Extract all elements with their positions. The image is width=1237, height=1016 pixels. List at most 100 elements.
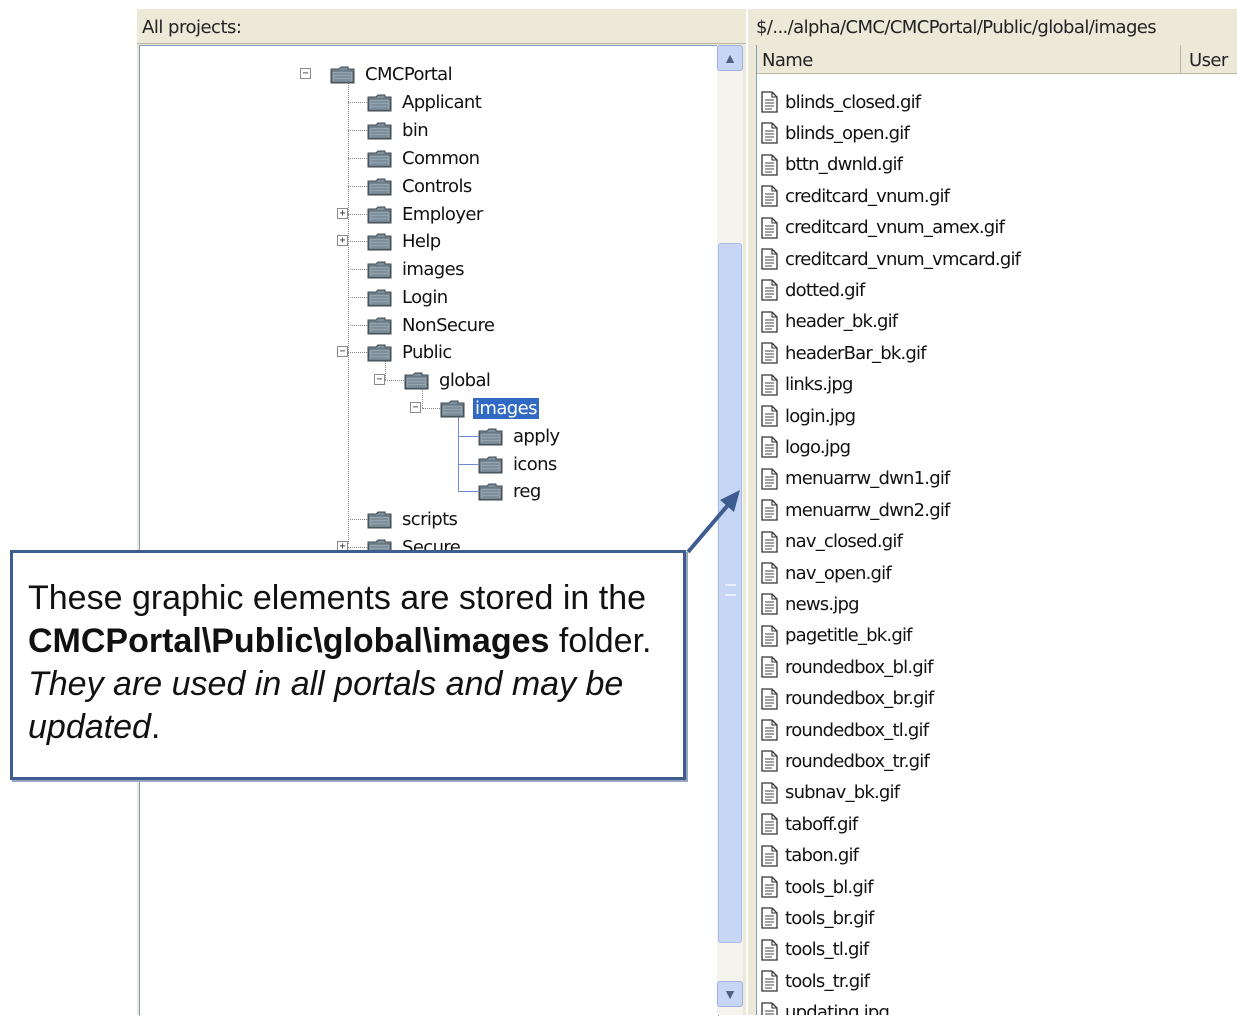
file-list-item[interactable]: roundedbox_bl.gif: [761, 652, 933, 682]
folder-icon: [367, 149, 392, 168]
tree-node-label: icons: [513, 453, 557, 475]
collapse-icon[interactable]: −: [410, 402, 421, 413]
collapse-icon[interactable]: −: [374, 374, 385, 385]
file-icon: [761, 311, 778, 333]
expand-icon[interactable]: +: [337, 235, 348, 246]
tree-node-scripts[interactable]: scripts: [367, 507, 459, 531]
folder-icon: [478, 427, 503, 446]
file-icon: [761, 656, 778, 678]
file-list-item[interactable]: subnav_bk.gif: [761, 778, 900, 808]
file-list-item[interactable]: tabon.gif: [761, 841, 859, 871]
tree-node-label: apply: [513, 425, 560, 447]
file-list-item[interactable]: tools_bl.gif: [761, 872, 874, 902]
tree-node-help[interactable]: Help: [367, 229, 443, 253]
tree-node-images[interactable]: images: [440, 396, 539, 420]
folder-icon: [440, 399, 465, 418]
file-name: nav_closed.gif: [785, 531, 903, 553]
file-icon: [761, 844, 778, 867]
file-list-item[interactable]: blinds_closed.gif: [761, 87, 921, 117]
file-list-item[interactable]: login.jpg: [761, 401, 856, 431]
collapse-icon[interactable]: −: [337, 346, 348, 357]
file-name: nav_open.gif: [785, 562, 892, 584]
file-list-item[interactable]: header_bk.gif: [761, 307, 898, 337]
file-name: creditcard_vnum_vmcard.gif: [785, 248, 1021, 270]
file-list-item[interactable]: bttn_dwnld.gif: [761, 150, 903, 180]
tree-connector-line: [348, 158, 367, 159]
file-icon: [761, 185, 778, 207]
tree-node-label: images: [402, 258, 464, 280]
tree-node-icons[interactable]: icons: [478, 452, 559, 476]
tree-scrollbar[interactable]: ▲ ▼: [717, 45, 743, 1015]
tree-node-apply[interactable]: apply: [478, 424, 562, 448]
file-list-item[interactable]: nav_closed.gif: [761, 527, 903, 557]
file-list-item[interactable]: logo.jpg: [761, 432, 851, 462]
file-list-item[interactable]: news.jpg: [761, 589, 860, 619]
file-list-item[interactable]: tools_br.gif: [761, 903, 874, 933]
tree-node-public[interactable]: Public: [367, 340, 454, 364]
file-icon: [761, 687, 778, 710]
file-list-item[interactable]: creditcard_vnum_vmcard.gif: [761, 244, 1021, 274]
file-name: dotted.gif: [785, 279, 865, 301]
file-list-item[interactable]: menuarrw_dwn1.gif: [761, 464, 950, 494]
tree-node-bin[interactable]: bin: [367, 118, 430, 142]
tree-node-common[interactable]: Common: [367, 146, 481, 170]
file-list-item[interactable]: updating.jpg: [761, 998, 890, 1015]
file-name: roundedbox_br.gif: [785, 688, 934, 710]
file-icon: [761, 248, 778, 270]
file-list-item[interactable]: roundedbox_tl.gif: [761, 715, 929, 745]
folder-icon: [404, 371, 429, 390]
file-list-item[interactable]: roundedbox_br.gif: [761, 684, 934, 714]
projects-header: All projects:: [137, 9, 746, 44]
file-list: Name User blinds_closed.gif blinds_open.g…: [756, 45, 1237, 1015]
tree-node-label: reg: [513, 480, 541, 502]
callout-text-part1: These graphic elements are stored in the: [28, 579, 647, 617]
file-list-item[interactable]: roundedbox_tr.gif: [761, 746, 930, 776]
file-list-item[interactable]: links.jpg: [761, 370, 853, 400]
file-name: updating.jpg: [785, 1002, 890, 1015]
callout-folder-path: CMCPortal\Public\global\images: [28, 622, 550, 660]
file-icon: [761, 876, 778, 898]
column-header-user[interactable]: User: [1182, 45, 1237, 73]
file-list-item[interactable]: tools_tl.gif: [761, 935, 869, 965]
file-list-item[interactable]: nav_open.gif: [761, 558, 892, 588]
tree-node-global[interactable]: global: [404, 368, 492, 392]
file-list-item[interactable]: creditcard_vnum_amex.gif: [761, 213, 1005, 243]
expand-icon[interactable]: +: [337, 208, 348, 219]
collapse-icon[interactable]: −: [300, 68, 311, 79]
file-name: roundedbox_bl.gif: [785, 656, 933, 678]
file-icon: [761, 625, 778, 647]
file-list-item[interactable]: dotted.gif: [761, 275, 865, 305]
file-name: blinds_closed.gif: [785, 91, 921, 113]
tree-connector-line: [422, 408, 440, 409]
file-list-item[interactable]: creditcard_vnum.gif: [761, 181, 950, 211]
scroll-up-button[interactable]: ▲: [717, 45, 743, 71]
file-name: creditcard_vnum_amex.gif: [785, 217, 1005, 239]
tree-node-label: Employer: [402, 203, 483, 225]
column-headers: Name User: [757, 45, 1237, 74]
file-list-item[interactable]: blinds_open.gif: [761, 118, 910, 148]
tree-node-label: images: [473, 397, 539, 419]
tree-node-reg[interactable]: reg: [478, 479, 543, 503]
scroll-down-button[interactable]: ▼: [717, 981, 743, 1007]
tree-node-label: CMCPortal: [365, 63, 453, 85]
tree-node-login[interactable]: Login: [367, 285, 450, 309]
column-header-name[interactable]: Name: [757, 45, 1181, 73]
file-icon: [761, 970, 778, 992]
file-list-item[interactable]: menuarrw_dwn2.gif: [761, 495, 950, 525]
file-list-item[interactable]: tools_tr.gif: [761, 966, 870, 996]
file-list-item[interactable]: pagetitle_bk.gif: [761, 621, 912, 651]
tree-connector-line: [348, 352, 367, 353]
tree-node-images[interactable]: images: [367, 257, 466, 281]
file-name: links.jpg: [785, 374, 853, 396]
path-header: $/.../alpha/CMC/CMCPortal/Public/global/…: [748, 9, 1237, 43]
scroll-thumb[interactable]: [718, 243, 742, 943]
file-name: tabon.gif: [785, 845, 859, 867]
tree-node-cmcportal[interactable]: CMCPortal: [330, 62, 454, 86]
tree-node-employer[interactable]: Employer: [367, 202, 485, 226]
tree-node-applicant[interactable]: Applicant: [367, 90, 483, 114]
file-list-item[interactable]: headerBar_bk.gif: [761, 338, 927, 368]
tree-node-nonsecure[interactable]: NonSecure: [367, 313, 496, 337]
file-list-item[interactable]: taboff.gif: [761, 809, 858, 839]
tree-node-controls[interactable]: Controls: [367, 174, 474, 198]
folder-icon: [367, 288, 392, 307]
